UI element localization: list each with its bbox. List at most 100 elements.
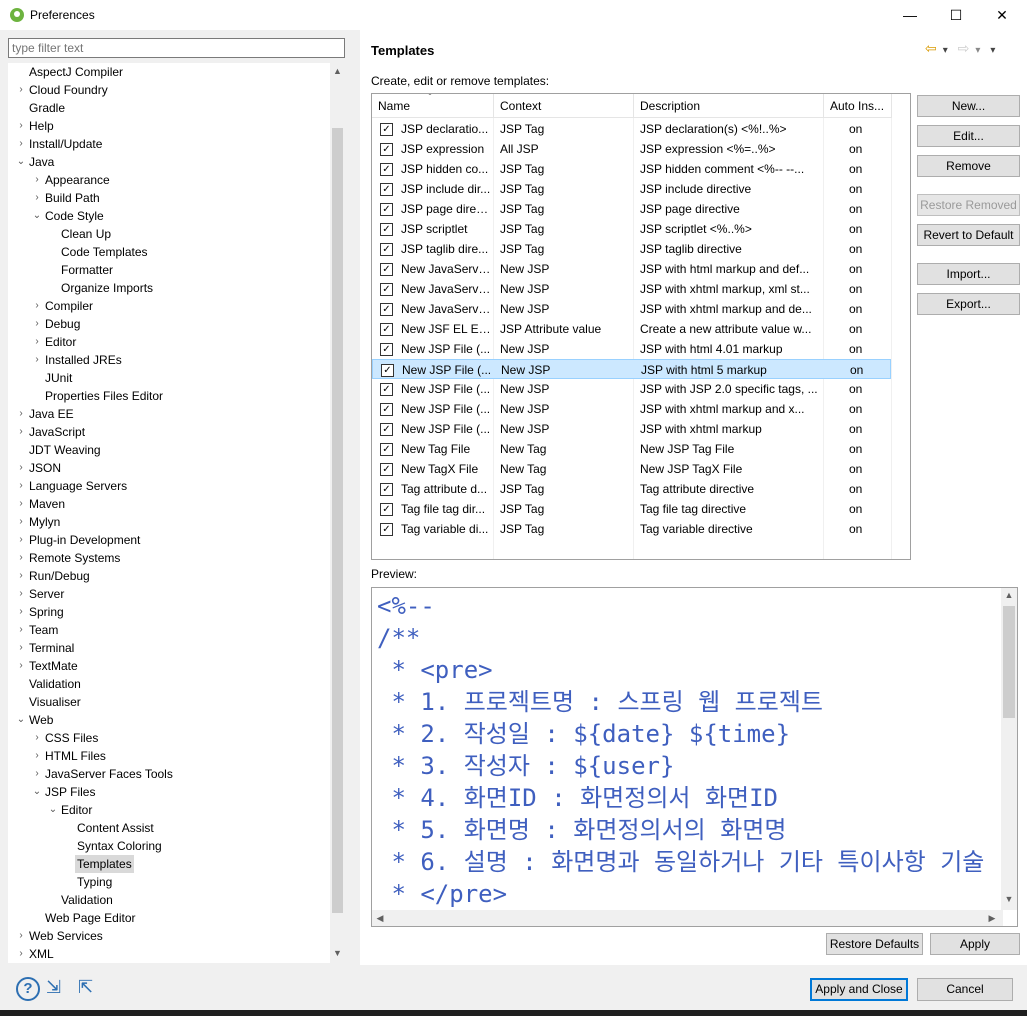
expand-arrow-icon[interactable]: ›	[16, 459, 26, 477]
tree-item[interactable]: › Language Servers	[8, 477, 330, 495]
expand-arrow-icon[interactable]: ›	[16, 135, 26, 153]
tree-item[interactable]: › Team	[8, 621, 330, 639]
column-header-description[interactable]: Description	[634, 94, 824, 118]
tree-scrollbar-thumb[interactable]	[332, 128, 343, 913]
apply-button[interactable]: Apply	[930, 933, 1020, 955]
column-header-name[interactable]: Name ˇ	[372, 94, 494, 118]
column-header-auto-insert[interactable]: Auto Ins...	[824, 94, 892, 118]
tree-item[interactable]: JDT Weaving	[8, 441, 330, 459]
tree-item[interactable]: › Java EE	[8, 405, 330, 423]
tree-item[interactable]: ⌄ JSP Files	[8, 783, 330, 801]
back-arrow-icon[interactable]: ⇦	[925, 40, 937, 56]
collapse-arrow-icon[interactable]: ⌄	[48, 801, 58, 819]
tree-item[interactable]: Syntax Coloring	[8, 837, 330, 855]
collapse-arrow-icon[interactable]: ⌄	[32, 207, 42, 225]
tree-item[interactable]: ⌄ Code Style	[8, 207, 330, 225]
tree-item[interactable]: › Editor	[8, 333, 330, 351]
expand-arrow-icon[interactable]: ›	[32, 729, 42, 747]
collapse-arrow-icon[interactable]: ⌄	[16, 711, 26, 729]
table-row[interactable]: ✓ New JSP File (... New JSP JSP with xhtml …	[372, 399, 891, 419]
remove-button[interactable]: Remove	[917, 155, 1020, 177]
tree-item[interactable]: Templates	[8, 855, 330, 873]
expand-arrow-icon[interactable]: ›	[16, 81, 26, 99]
expand-arrow-icon[interactable]: ›	[32, 171, 42, 189]
enabled-checkbox[interactable]: ✓	[380, 503, 393, 516]
new-button[interactable]: New...	[917, 95, 1020, 117]
tree-item[interactable]: Formatter	[8, 261, 330, 279]
expand-arrow-icon[interactable]: ›	[16, 639, 26, 657]
expand-arrow-icon[interactable]: ›	[16, 531, 26, 549]
tree-item[interactable]: Organize Imports	[8, 279, 330, 297]
tree-item[interactable]: Web Page Editor	[8, 909, 330, 927]
export-button[interactable]: Export...	[917, 293, 1020, 315]
apply-and-close-button[interactable]: Apply and Close	[810, 978, 908, 1001]
table-row[interactable]: ✓ Tag variable di... JSP Tag Tag variable d…	[372, 519, 891, 539]
tree-item[interactable]: Content Assist	[8, 819, 330, 837]
enabled-checkbox[interactable]: ✓	[380, 523, 393, 536]
collapse-arrow-icon[interactable]: ⌄	[16, 153, 26, 171]
tree-item[interactable]: Validation	[8, 891, 330, 909]
tree-item[interactable]: Clean Up	[8, 225, 330, 243]
enabled-checkbox[interactable]: ✓	[380, 143, 393, 156]
preview-scrollbar-thumb[interactable]	[1003, 606, 1015, 718]
tree-item[interactable]: › Web Services	[8, 927, 330, 945]
table-row[interactable]: ✓ New JSP File (... New JSP JSP with html 5…	[372, 359, 891, 379]
tree-item[interactable]: › Server	[8, 585, 330, 603]
table-row[interactable]: ✓ New JSF EL Ex... JSP Attribute value Crea…	[372, 319, 891, 339]
enabled-checkbox[interactable]: ✓	[380, 343, 393, 356]
tree-scroll-down-icon[interactable]: ▼	[330, 948, 345, 958]
expand-arrow-icon[interactable]: ›	[16, 927, 26, 945]
table-row[interactable]: ✓ New JSP File (... New JSP JSP with html 4…	[372, 339, 891, 359]
expand-arrow-icon[interactable]: ›	[16, 117, 26, 135]
cancel-button[interactable]: Cancel	[917, 978, 1013, 1001]
tree-item[interactable]: › Help	[8, 117, 330, 135]
view-menu-icon[interactable]: ▾	[990, 45, 995, 56]
preview-horizontal-scrollbar[interactable]	[372, 910, 1003, 926]
tree-item[interactable]: › Plug-in Development	[8, 531, 330, 549]
tree-item[interactable]: › Remote Systems	[8, 549, 330, 567]
tree-item[interactable]: › Installed JREs	[8, 351, 330, 369]
restore-removed-button[interactable]: Restore Removed	[917, 194, 1020, 216]
expand-arrow-icon[interactable]: ›	[32, 765, 42, 783]
tree-item[interactable]: › JSON	[8, 459, 330, 477]
back-menu-icon[interactable]: ▾	[943, 45, 948, 56]
export-preferences-icon[interactable]: ⇱	[78, 977, 93, 998]
table-row[interactable]: ✓ New TagX File New Tag New JSP TagX File on	[372, 459, 891, 479]
enabled-checkbox[interactable]: ✓	[380, 283, 393, 296]
revert-to-default-button[interactable]: Revert to Default	[917, 224, 1020, 246]
enabled-checkbox[interactable]: ✓	[380, 303, 393, 316]
table-row[interactable]: ✓ JSP include dir... JSP Tag JSP include di…	[372, 179, 891, 199]
forward-menu-icon[interactable]: ▾	[975, 45, 980, 56]
tree-item[interactable]: › Terminal	[8, 639, 330, 657]
enabled-checkbox[interactable]: ✓	[380, 483, 393, 496]
edit-button[interactable]: Edit...	[917, 125, 1020, 147]
minimize-button[interactable]: —	[887, 0, 933, 30]
expand-arrow-icon[interactable]: ›	[32, 333, 42, 351]
import-preferences-icon[interactable]: ⇲	[46, 977, 61, 998]
table-row[interactable]: ✓ New JSP File (... New JSP JSP with xhtml …	[372, 419, 891, 439]
help-icon[interactable]: ?	[16, 977, 40, 1001]
maximize-button[interactable]: ☐	[933, 0, 979, 30]
enabled-checkbox[interactable]: ✓	[380, 123, 393, 136]
tree-item[interactable]: › Build Path	[8, 189, 330, 207]
table-row[interactable]: ✓ Tag file tag dir... JSP Tag Tag file tag …	[372, 499, 891, 519]
table-row[interactable]: ✓ JSP scriptlet JSP Tag JSP scriptlet <%..%…	[372, 219, 891, 239]
tree-item[interactable]: Visualiser	[8, 693, 330, 711]
table-row[interactable]: ✓ JSP hidden co... JSP Tag JSP hidden comme…	[372, 159, 891, 179]
enabled-checkbox[interactable]: ✓	[380, 203, 393, 216]
tree-item[interactable]: › Spring	[8, 603, 330, 621]
tree-item[interactable]: Gradle	[8, 99, 330, 117]
tree-item[interactable]: › Compiler	[8, 297, 330, 315]
expand-arrow-icon[interactable]: ›	[16, 477, 26, 495]
table-row[interactable]: ✓ New JavaServe... New JSP JSP with html ma…	[372, 259, 891, 279]
tree-scroll-up-icon[interactable]: ▲	[330, 66, 345, 76]
tree-item[interactable]: Validation	[8, 675, 330, 693]
filter-input[interactable]	[8, 38, 345, 58]
table-row[interactable]: ✓ JSP page direc... JSP Tag JSP page direct…	[372, 199, 891, 219]
forward-arrow-icon[interactable]: ⇨	[958, 40, 970, 56]
tree-item[interactable]: JUnit	[8, 369, 330, 387]
table-row[interactable]: ✓ JSP expression All JSP JSP expression <%=…	[372, 139, 891, 159]
enabled-checkbox[interactable]: ✓	[380, 243, 393, 256]
tree-item[interactable]: Properties Files Editor	[8, 387, 330, 405]
tree-item[interactable]: › HTML Files	[8, 747, 330, 765]
